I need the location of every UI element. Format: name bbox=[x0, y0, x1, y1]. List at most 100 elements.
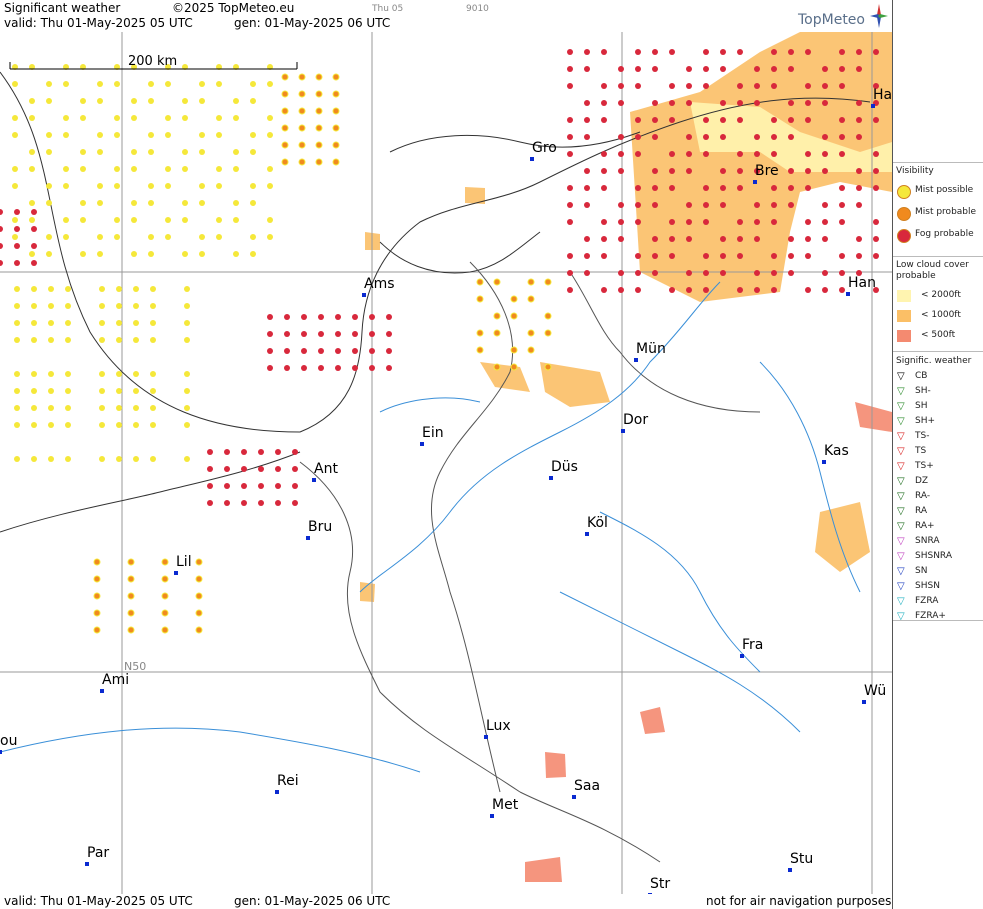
visibility-dot bbox=[165, 166, 171, 172]
visibility-dot bbox=[0, 260, 3, 266]
visibility-dot bbox=[148, 81, 154, 87]
visibility-dot bbox=[567, 49, 573, 55]
visibility-dot bbox=[250, 234, 256, 240]
visibility-dot bbox=[567, 202, 573, 208]
visibility-dot bbox=[65, 388, 71, 394]
visibility-dot bbox=[635, 49, 641, 55]
visibility-dot bbox=[275, 449, 281, 455]
visibility-dot bbox=[771, 219, 777, 225]
visibility-dot bbox=[318, 314, 324, 320]
visibility-dot bbox=[31, 405, 37, 411]
visibility-dot bbox=[29, 98, 35, 104]
visibility-dot bbox=[839, 270, 845, 276]
visibility-dot bbox=[182, 115, 188, 121]
legend-signif-title: Signific. weather bbox=[896, 356, 972, 366]
visibility-dot bbox=[318, 348, 324, 354]
visibility-dot bbox=[182, 251, 188, 257]
visibility-dot bbox=[635, 134, 641, 140]
visibility-dot bbox=[80, 200, 86, 206]
visibility-dot bbox=[241, 449, 247, 455]
visibility-dot bbox=[686, 100, 692, 106]
city-marker bbox=[822, 460, 826, 464]
vis-swatch-icon bbox=[897, 185, 911, 199]
visibility-dot bbox=[856, 253, 862, 259]
visibility-dot bbox=[80, 251, 86, 257]
topmeteo-logo[interactable]: TopMeteo bbox=[798, 12, 865, 28]
thunder-heavy-icon: ▽ bbox=[897, 461, 905, 472]
cloud-swatch-icon bbox=[897, 310, 911, 322]
visibility-dot bbox=[369, 348, 375, 354]
visibility-dot bbox=[567, 219, 573, 225]
visibility-dot bbox=[873, 117, 879, 123]
visibility-dot bbox=[216, 234, 222, 240]
cloud-swatch-icon bbox=[897, 290, 911, 302]
rain-heavy-icon: ▽ bbox=[897, 521, 905, 532]
visibility-dot bbox=[31, 303, 37, 309]
visibility-dot bbox=[65, 286, 71, 292]
visibility-dot bbox=[150, 422, 156, 428]
visibility-dot bbox=[873, 236, 879, 242]
city-marker bbox=[306, 536, 310, 540]
visibility-dot bbox=[618, 100, 624, 106]
visibility-dot bbox=[805, 117, 811, 123]
visibility-dot bbox=[669, 83, 675, 89]
visibility-dot bbox=[99, 337, 105, 343]
visibility-dot bbox=[754, 219, 760, 225]
visibility-dot bbox=[195, 558, 203, 566]
visibility-dot bbox=[150, 405, 156, 411]
visibility-dot bbox=[788, 168, 794, 174]
product-title: Significant weather bbox=[4, 1, 121, 15]
weather-map[interactable]: N50 200 km Gro Bre Ha Ams Han Mün Dor Ei… bbox=[0, 32, 892, 894]
visibility-dot bbox=[199, 81, 205, 87]
visibility-dot bbox=[161, 575, 169, 583]
legend-item-label: RA+ bbox=[915, 521, 935, 531]
visibility-dot bbox=[165, 81, 171, 87]
visibility-dot bbox=[476, 295, 484, 303]
visibility-dot bbox=[233, 149, 239, 155]
visibility-dot bbox=[544, 363, 552, 371]
visibility-dot bbox=[165, 183, 171, 189]
visibility-dot bbox=[133, 303, 139, 309]
visibility-dot bbox=[131, 98, 137, 104]
visibility-dot bbox=[148, 200, 154, 206]
visibility-dot bbox=[386, 314, 392, 320]
visibility-dot bbox=[527, 329, 535, 337]
city-marker bbox=[85, 862, 89, 866]
visibility-dot bbox=[839, 151, 845, 157]
valid-time: valid: Thu 01-May-2025 05 UTC bbox=[4, 16, 193, 30]
visibility-dot bbox=[14, 320, 20, 326]
visibility-dot bbox=[184, 303, 190, 309]
visibility-dot bbox=[386, 348, 392, 354]
visibility-dot bbox=[771, 270, 777, 276]
visibility-dot bbox=[601, 117, 607, 123]
visibility-dot bbox=[567, 270, 573, 276]
visibility-dot bbox=[771, 151, 777, 157]
city-marker bbox=[753, 180, 757, 184]
freezing-rain-icon: ▽ bbox=[897, 596, 905, 607]
visibility-dot bbox=[635, 253, 641, 259]
visibility-dot bbox=[686, 287, 692, 293]
visibility-dot bbox=[686, 219, 692, 225]
visibility-dot bbox=[839, 66, 845, 72]
visibility-dot bbox=[669, 287, 675, 293]
visibility-dot bbox=[216, 115, 222, 121]
visibility-dot bbox=[29, 217, 35, 223]
visibility-dot bbox=[233, 166, 239, 172]
visibility-dot bbox=[292, 483, 298, 489]
visibility-dot bbox=[493, 363, 501, 371]
visibility-dot bbox=[48, 320, 54, 326]
visibility-dot bbox=[703, 253, 709, 259]
scale-label: 200 km bbox=[128, 54, 177, 69]
visibility-dot bbox=[618, 219, 624, 225]
visibility-dot bbox=[301, 331, 307, 337]
visibility-dot bbox=[476, 346, 484, 354]
visibility-dot bbox=[601, 287, 607, 293]
visibility-dot bbox=[652, 185, 658, 191]
visibility-dot bbox=[116, 388, 122, 394]
visibility-dot bbox=[635, 202, 641, 208]
visibility-dot bbox=[652, 66, 658, 72]
visibility-dot bbox=[601, 168, 607, 174]
visibility-dot bbox=[184, 320, 190, 326]
visibility-dot bbox=[332, 107, 340, 115]
visibility-dot bbox=[12, 217, 18, 223]
